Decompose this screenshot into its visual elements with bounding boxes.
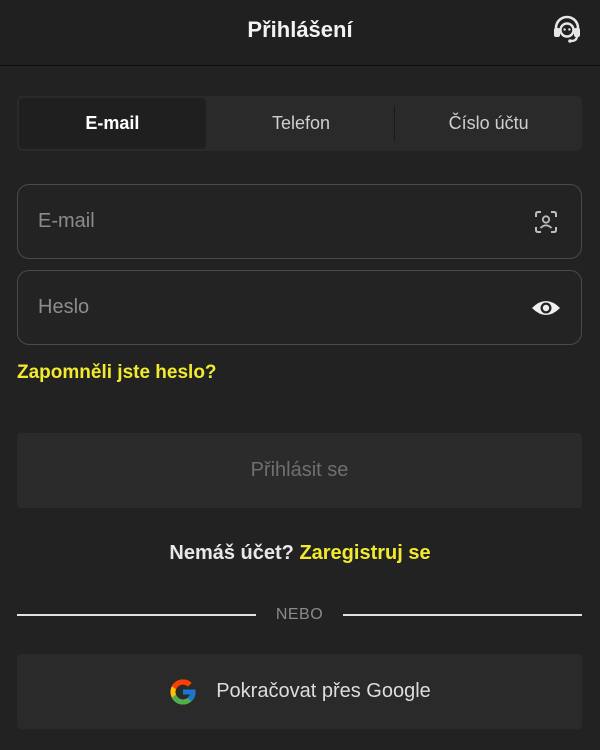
divider-line-left [17, 614, 256, 616]
google-icon [170, 679, 196, 704]
eye-icon[interactable] [531, 293, 561, 323]
face-scan-icon[interactable] [531, 207, 561, 237]
register-prompt-line: Nemáš účet? Zaregistruj se [0, 542, 600, 565]
register-link[interactable]: Zaregistruj se [299, 542, 430, 564]
tab-email-label: E-mail [85, 113, 140, 133]
tab-phone[interactable]: Telefon [208, 96, 395, 151]
divider-line-right [343, 614, 582, 616]
tab-account-number-label: Číslo účtu [448, 113, 529, 133]
page-title: Přihlášení [247, 17, 353, 42]
divider-label: NEBO [275, 606, 324, 623]
login-button-label: Přihlásit se [250, 459, 349, 481]
password-field[interactable] [38, 296, 531, 319]
headset-support-icon [554, 15, 580, 43]
forgot-password-link[interactable]: Zapomněli jste heslo? [17, 362, 217, 384]
or-divider: NEBO [17, 603, 582, 627]
support-button[interactable] [548, 12, 586, 48]
tab-phone-label: Telefon [271, 113, 331, 133]
register-prompt: Nemáš účet? [169, 542, 294, 564]
google-login-button[interactable]: Pokračovat přes Google [17, 654, 582, 729]
tab-account-number[interactable]: Číslo účtu [395, 96, 582, 151]
tab-email[interactable]: E-mail [19, 98, 206, 149]
password-field-container [17, 270, 582, 345]
app-header: Přihlášení [0, 0, 600, 66]
email-field[interactable] [38, 210, 531, 233]
login-button[interactable]: Přihlásit se [17, 433, 582, 508]
google-login-label: Pokračovat přes Google [216, 680, 431, 702]
email-field-container [17, 184, 582, 259]
login-method-tabs: E-mail Telefon Číslo účtu [17, 96, 582, 151]
